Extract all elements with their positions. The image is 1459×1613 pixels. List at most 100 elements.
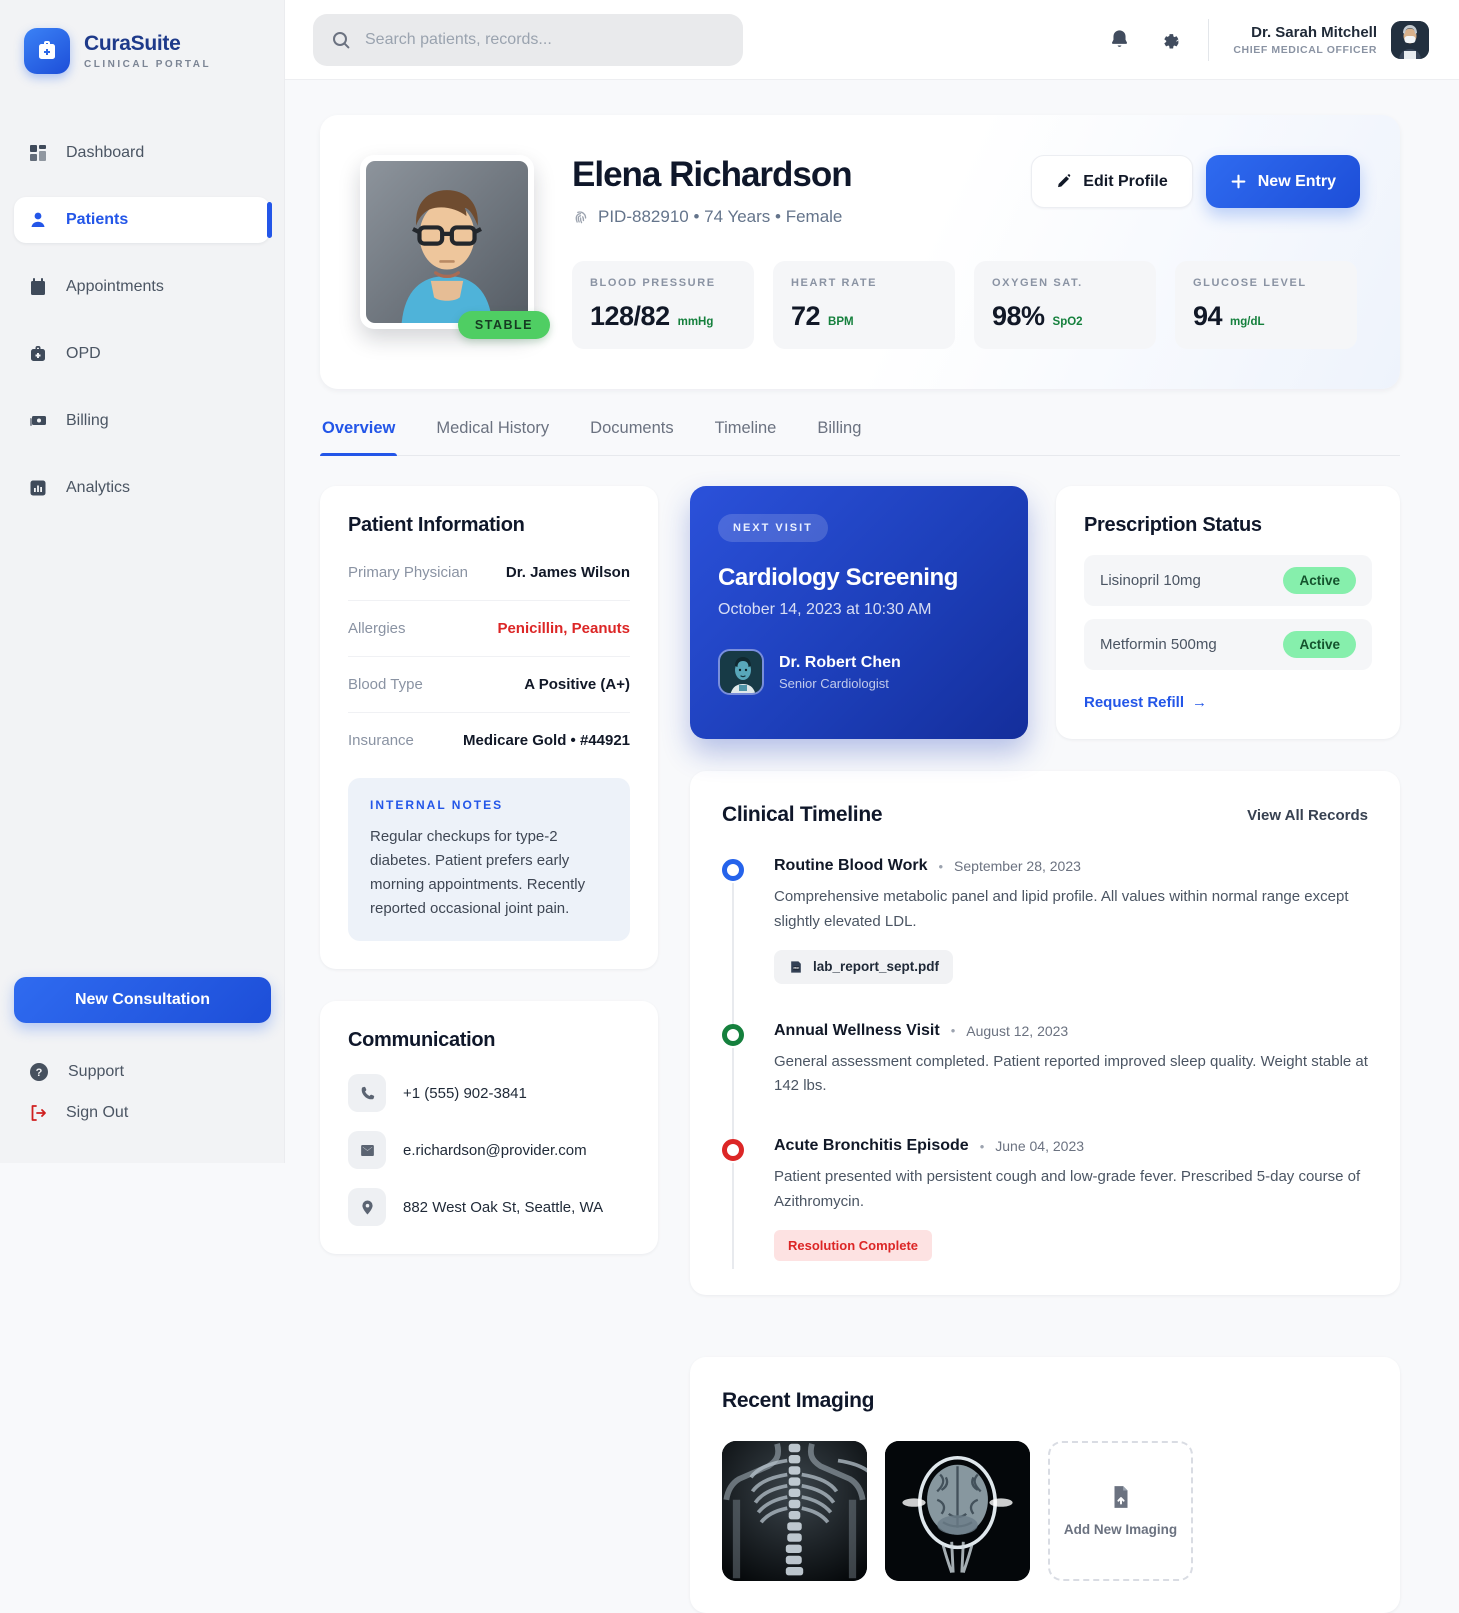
pencil-icon [1056,173,1072,190]
next-visit-datetime: October 14, 2023 at 10:30 AM [718,601,932,618]
phone-icon [348,1074,386,1112]
svg-text:PDF: PDF [794,966,800,970]
settings-button[interactable] [1157,26,1184,53]
sidebar-item-billing[interactable]: Billing [14,398,270,444]
edit-profile-button[interactable]: Edit Profile [1031,155,1193,208]
tab-overview[interactable]: Overview [320,419,398,456]
sidebar-nav: Dashboard Patients Appointments OPD Bill… [14,130,272,511]
communication-phone-row: +1 (555) 902-3841 [348,1074,630,1112]
next-visit-card: NEXT VISIT Cardiology Screening October … [690,486,1028,739]
recent-imaging-title: Recent Imaging [722,1388,875,1412]
doctor-name: Dr. Robert Chen [779,653,901,671]
xray-thumbnail[interactable] [722,1440,867,1581]
tab-documents[interactable]: Documents [588,419,675,455]
prescription-status-card: Prescription Status Lisinopril 10mg Acti… [1056,486,1400,739]
search-icon [331,30,351,50]
plus-icon [1230,173,1247,190]
internal-notes-body: Regular checkups for type-2 diabetes. Pa… [370,828,586,917]
sidebar-item-opd[interactable]: OPD [14,331,270,377]
patient-meta: PID-882910 • 74 Years • Female [598,207,843,226]
dot-separator: • [950,1023,956,1038]
app-name: CuraSuite [84,32,181,55]
topbar: Dr. Sarah Mitchell CHIEF MEDICAL OFFICER [285,0,1459,80]
mail-icon [348,1131,386,1169]
timeline-event-bronchitis: Acute Bronchitis Episode • June 04, 2023… [722,1137,1368,1277]
sidebar-item-label: OPD [66,345,101,362]
active-pill: Active [1283,567,1356,594]
edit-profile-label: Edit Profile [1083,172,1168,190]
notifications-button[interactable] [1106,26,1133,53]
calendar-icon [28,277,48,297]
recent-imaging-card: Recent Imaging Add New Imaging [690,1356,1400,1613]
internal-notes-title: INTERNAL NOTES [370,798,504,812]
info-row-primary-physician: Primary Physician Dr. James Wilson [348,545,630,601]
info-row-blood-type: Blood Type A Positive (A+) [348,657,630,713]
user-name: Dr. Sarah Mitchell [1251,23,1377,41]
sign-out-link[interactable]: Sign Out [28,1103,256,1123]
sidebar-item-label: Billing [66,412,109,429]
vital-glucose: GLUCOSE LEVEL 94 mg/dL [1175,261,1357,349]
sidebar: CuraSuite CLINICAL PORTAL Dashboard Pati… [0,0,285,1163]
search-box[interactable] [313,13,743,66]
attachment-chip[interactable]: PDF lab_report_sept.pdf [774,949,954,984]
timeline-marker-blue [722,859,744,881]
sidebar-item-appointments[interactable]: Appointments [14,264,270,310]
address-value: 882 West Oak St, Seattle, WA [403,1198,604,1216]
phone-value: +1 (555) 902-3841 [403,1084,527,1102]
fingerprint-icon [572,209,589,226]
tab-timeline[interactable]: Timeline [713,419,779,455]
new-entry-label: New Entry [1257,172,1336,190]
sidebar-item-patients[interactable]: Patients [14,197,272,243]
communication-email-row: e.richardson@provider.com [348,1131,630,1169]
mri-thumbnail[interactable] [885,1440,1030,1581]
help-icon: ? [28,1061,50,1083]
search-input[interactable] [365,30,725,49]
vital-heart-rate: HEART RATE 72 BPM [773,261,955,349]
patient-header-card: STABLE Elena Richardson PID-882910 • 74 … [320,115,1400,389]
topbar-divider [1208,18,1210,61]
new-entry-button[interactable]: New Entry [1205,155,1360,208]
vital-oxygen-sat: OXYGEN SAT. 98% SpO2 [974,261,1156,349]
clinical-timeline-title: Clinical Timeline [722,803,883,826]
patient-information-card: Patient Information Primary Physician Dr… [320,486,658,969]
timeline-marker-green [722,1023,744,1046]
user-role: CHIEF MEDICAL OFFICER [1233,43,1377,56]
next-visit-title: Cardiology Screening [718,564,959,591]
active-pill: Active [1283,631,1356,658]
sidebar-item-dashboard[interactable]: Dashboard [14,130,270,176]
bar-chart-icon [28,478,48,498]
arrow-right-icon: → [1192,694,1208,711]
new-consultation-button[interactable]: New Consultation [14,977,271,1023]
app-tagline: CLINICAL PORTAL [84,59,212,70]
sidebar-item-label: Dashboard [66,144,145,161]
doctor-avatar [718,649,764,695]
sign-out-icon [28,1103,48,1123]
sidebar-item-label: Appointments [66,278,164,295]
medical-bag-logo-icon [24,28,70,74]
clinical-timeline-card: Clinical Timeline View All Records Routi… [690,771,1400,1295]
app-logo: CuraSuite CLINICAL PORTAL [14,24,270,78]
communication-card: Communication +1 (555) 902-3841 e.richar… [320,1001,658,1254]
dot-separator: • [938,858,944,874]
add-new-imaging-label: Add New Imaging [1063,1522,1178,1537]
sidebar-item-analytics[interactable]: Analytics [14,465,270,511]
info-row-allergies: Allergies Penicillin, Peanuts [348,601,630,657]
tab-billing[interactable]: Billing [815,419,863,455]
add-new-imaging-button[interactable]: Add New Imaging [1048,1440,1193,1581]
info-row-insurance: Insurance Medicare Gold • #44921 [348,732,630,749]
medical-bag-icon [28,344,48,364]
doctor-role: Senior Cardiologist [779,675,889,691]
view-all-records-link[interactable]: View All Records [1247,807,1368,824]
request-refill-link[interactable]: Request Refill → [1084,694,1372,711]
dot-separator: • [979,1138,985,1154]
person-icon [28,210,48,230]
user-menu[interactable]: Dr. Sarah Mitchell CHIEF MEDICAL OFFICER [1233,20,1429,59]
prescription-row: Metformin 500mg Active [1084,619,1372,670]
sidebar-item-label: Patients [66,211,129,228]
support-link[interactable]: ? Support [28,1061,256,1083]
main-area: Dr. Sarah Mitchell CHIEF MEDICAL OFFICER [285,0,1459,1613]
timeline-event-wellness-visit: Annual Wellness Visit • August 12, 2023 … [722,1022,1368,1139]
communication-title: Communication [348,1029,496,1051]
tab-medical-history[interactable]: Medical History [434,419,551,455]
pdf-file-icon: PDF [788,959,804,975]
